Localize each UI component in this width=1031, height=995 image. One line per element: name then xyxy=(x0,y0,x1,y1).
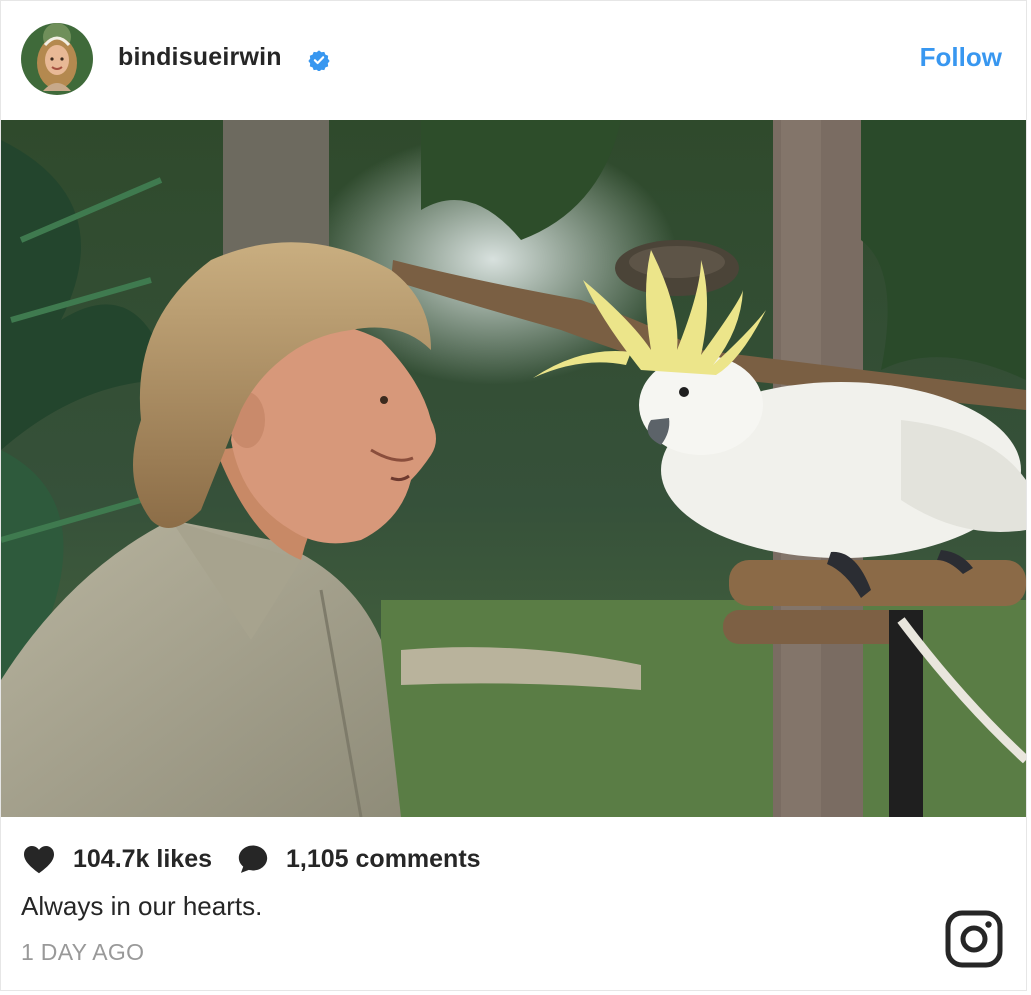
verified-badge-icon xyxy=(308,50,330,71)
post-header: bindisueirwin Follow xyxy=(1,1,1026,120)
post-photo[interactable] xyxy=(1,120,1026,817)
comment-bubble-icon[interactable] xyxy=(236,842,270,876)
follow-button[interactable]: Follow xyxy=(920,42,1002,73)
avatar[interactable] xyxy=(21,23,93,95)
post-actions: 104.7k likes 1,105 comments xyxy=(21,839,481,879)
heart-icon[interactable] xyxy=(21,841,57,877)
instagram-logo-icon[interactable] xyxy=(944,909,1004,969)
post-caption: Always in our hearts. xyxy=(21,891,263,921)
comments-count: 1,105 comments xyxy=(286,844,481,873)
post-timestamp: 1 DAY AGO xyxy=(21,939,145,965)
instagram-embed-card: bindisueirwin Follow 104.7k likes 1,105 … xyxy=(0,0,1027,991)
likes-count: 104.7k likes xyxy=(73,844,213,873)
username-link[interactable]: bindisueirwin xyxy=(118,43,282,72)
